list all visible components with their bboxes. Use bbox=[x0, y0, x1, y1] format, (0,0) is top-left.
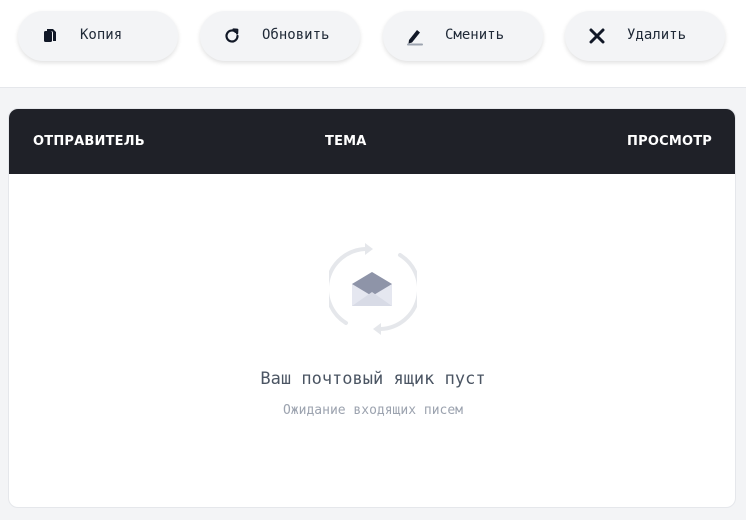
copy-button-label: Копия bbox=[80, 27, 123, 43]
refresh-button[interactable]: Обновить bbox=[200, 11, 360, 61]
delete-button[interactable]: Удалить bbox=[565, 11, 725, 61]
change-button-label: Сменить bbox=[445, 27, 505, 43]
column-sender[interactable]: ОТПРАВИТЕЛЬ bbox=[33, 134, 145, 149]
inbox-panel: ОТПРАВИТЕЛЬ ТЕМА ПРОСМОТР Ваш почтовый я… bbox=[8, 108, 736, 508]
refresh-icon bbox=[222, 26, 242, 46]
toolbar: Копия Обновить Сменить Удалить bbox=[0, 0, 746, 88]
change-button[interactable]: Сменить bbox=[383, 11, 543, 61]
refresh-button-label: Обновить bbox=[262, 27, 330, 43]
delete-button-label: Удалить bbox=[627, 27, 687, 43]
copy-icon bbox=[40, 26, 60, 46]
edit-icon bbox=[405, 26, 425, 46]
copy-button[interactable]: Копия bbox=[18, 11, 178, 61]
close-icon bbox=[587, 26, 607, 46]
column-subject[interactable]: ТЕМА bbox=[325, 134, 367, 149]
empty-subtitle: Ожидание входящих писем bbox=[282, 403, 463, 418]
column-view[interactable]: ПРОСМОТР bbox=[627, 134, 712, 149]
table-header: ОТПРАВИТЕЛЬ ТЕМА ПРОСМОТР bbox=[9, 109, 735, 174]
envelope-refresh-icon bbox=[324, 243, 422, 335]
empty-title: Ваш почтовый ящик пуст bbox=[260, 369, 486, 389]
